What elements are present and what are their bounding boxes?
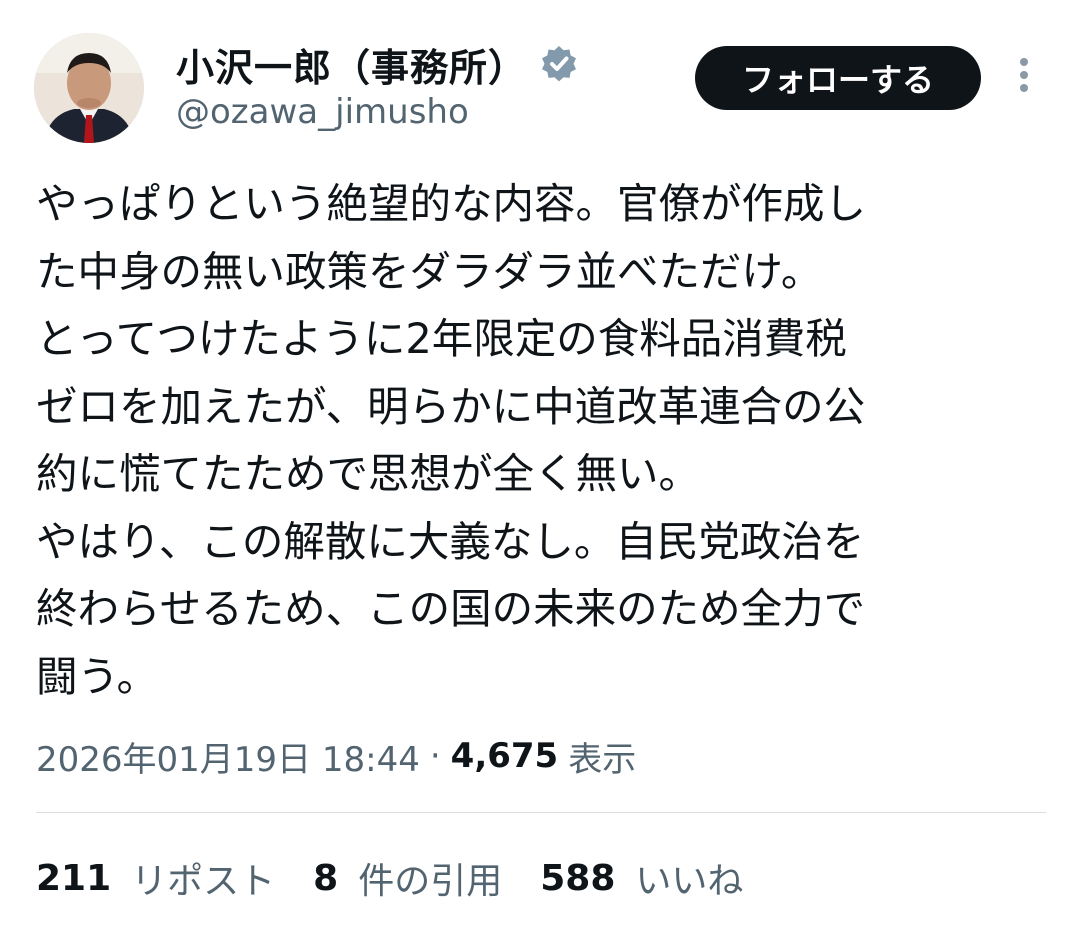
timestamp-link[interactable]: 2026年01月19日 18:44 bbox=[36, 732, 420, 781]
tweet-text-line: た中身の無い政策をダラダラ並べただけ。 bbox=[36, 246, 823, 296]
avatar-photo bbox=[34, 33, 144, 143]
likes-stat[interactable]: 588 いいね bbox=[540, 852, 743, 904]
view-count-label: 表示 bbox=[568, 739, 637, 780]
tweet-text-line: やはり、この解散に大義なし。自民党政治を bbox=[36, 516, 865, 566]
tweet-text-line: とってつけたように2年限定の食料品消費税 bbox=[36, 314, 847, 363]
more-vertical-icon[interactable] bbox=[1012, 58, 1036, 98]
likes-label: いいね bbox=[635, 861, 744, 902]
tweet-text-line: 終わらせるため、この国の未来のため全力で bbox=[36, 584, 866, 633]
tweet-text-line: 約に慌てたためで思想が全く無い。 bbox=[36, 449, 701, 498]
verified-badge-icon bbox=[539, 44, 579, 84]
view-count: 4,675 bbox=[450, 736, 559, 776]
quotes-label: 件の引用 bbox=[358, 861, 503, 902]
tweet-text-line: 闘う。 bbox=[36, 651, 159, 701]
meta-separator: · bbox=[429, 736, 441, 776]
avatar[interactable] bbox=[34, 33, 144, 143]
tweet-text-line: やっぱりという絶望的な内容。官僚が作成し bbox=[36, 179, 867, 228]
likes-count: 588 bbox=[540, 857, 616, 899]
tweet-text-line: ゼロを加えたが、明らかに中道改革連合の公 bbox=[36, 381, 866, 431]
author-name-row: 小沢一郎（事務所） bbox=[176, 36, 579, 92]
tweet-text: やっぱりという絶望的な内容。官僚が作成し た中身の無い政策をダラダラ並べただけ。… bbox=[36, 170, 1046, 710]
follow-button[interactable]: フォローする bbox=[695, 46, 981, 110]
reposts-stat[interactable]: 211 リポスト bbox=[36, 852, 275, 904]
quotes-stat[interactable]: 8 件の引用 bbox=[313, 852, 502, 904]
author-handle[interactable]: @ozawa_jimusho bbox=[176, 92, 469, 132]
reposts-label: リポスト bbox=[131, 861, 276, 902]
author-display-name[interactable]: 小沢一郎（事務所） bbox=[176, 37, 527, 92]
engagement-stats: 211 リポスト 8 件の引用 588 いいね bbox=[36, 848, 781, 908]
tweet-meta: 2026年01月19日 18:44 · 4,675 表示 bbox=[36, 728, 636, 784]
divider bbox=[36, 812, 1046, 813]
reposts-count: 211 bbox=[36, 857, 112, 899]
quotes-count: 8 bbox=[313, 857, 339, 899]
